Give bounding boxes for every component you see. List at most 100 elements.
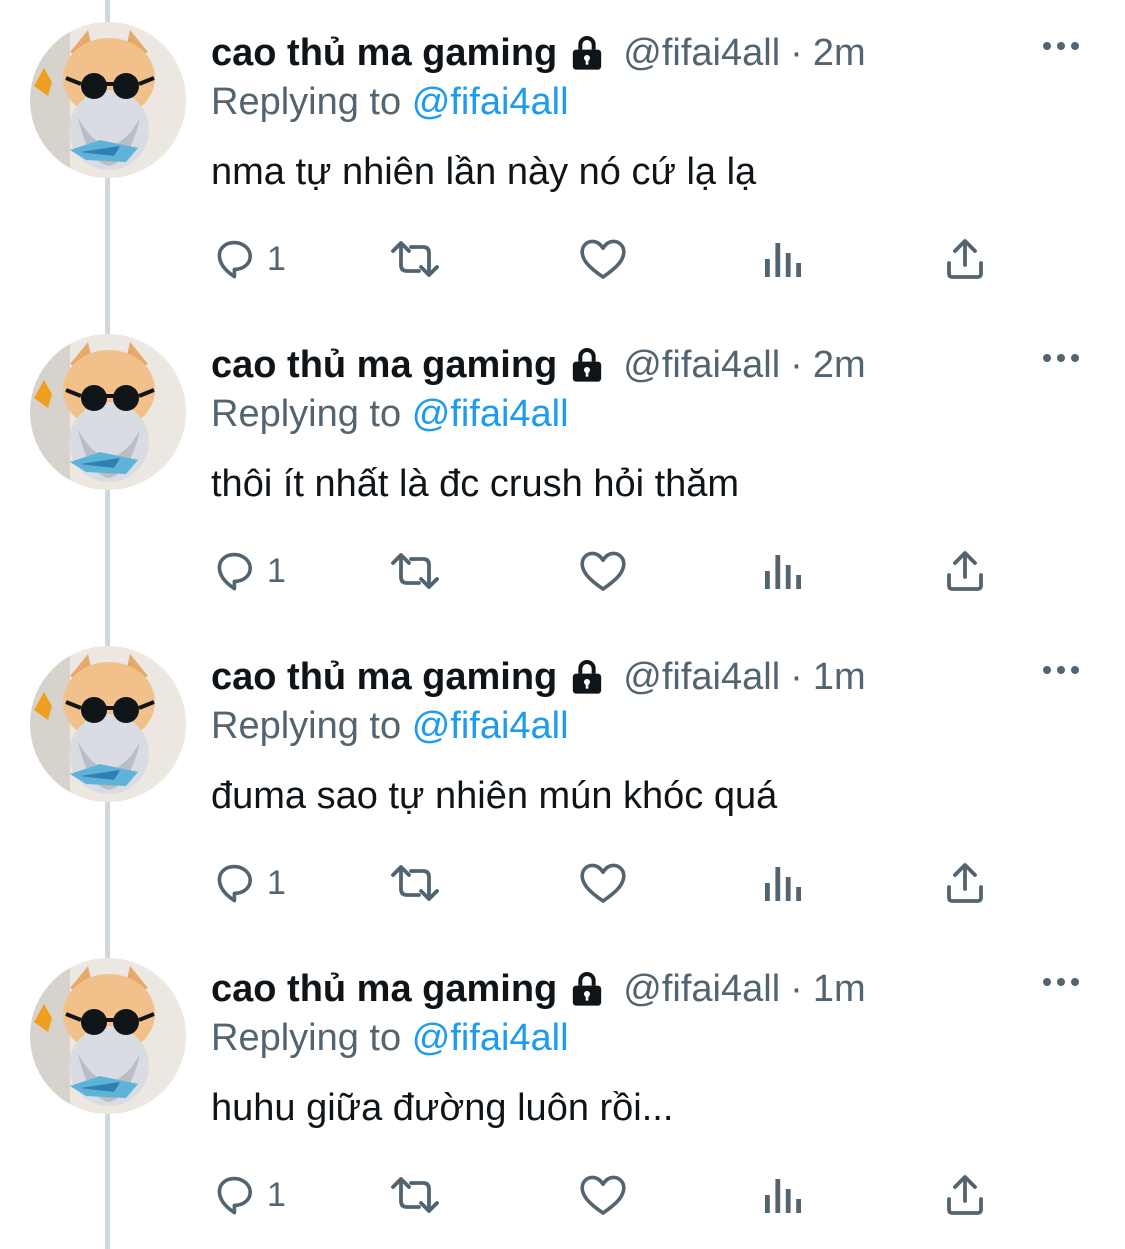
separator-dot: ·: [790, 656, 803, 698]
retweet-icon: [391, 241, 439, 277]
replying-to-handle-link[interactable]: @fifai4all: [412, 393, 569, 435]
more-options-icon[interactable]: [1040, 36, 1082, 56]
retweet-button[interactable]: [387, 1168, 443, 1222]
avatar[interactable]: [30, 646, 186, 802]
share-icon: [947, 1175, 983, 1215]
tweet[interactable]: cao thủ ma gaming @fifai4all · 1m Replyi…: [0, 624, 1125, 936]
avatar[interactable]: [30, 958, 186, 1114]
display-name[interactable]: cao thủ ma gaming: [211, 964, 557, 1014]
views-button[interactable]: [761, 856, 805, 910]
share-icon: [947, 863, 983, 903]
views-bar-chart-icon: [765, 243, 801, 277]
replying-to-handle-link[interactable]: @fifai4all: [412, 1017, 569, 1059]
reply-count: 1: [267, 551, 286, 590]
reply-button[interactable]: 1: [211, 232, 286, 286]
lock-icon: [573, 348, 602, 382]
user-handle[interactable]: @fifai4all: [623, 652, 780, 702]
replying-to-line: Replying to @fifai4all: [211, 78, 569, 126]
views-bar-chart-icon: [765, 1179, 801, 1213]
display-name[interactable]: cao thủ ma gaming: [211, 652, 557, 702]
display-name[interactable]: cao thủ ma gaming: [211, 28, 557, 78]
avatar[interactable]: [30, 334, 186, 490]
like-button[interactable]: [577, 544, 629, 598]
replying-to-handle-link[interactable]: @fifai4all: [412, 81, 569, 123]
more-options-icon[interactable]: [1040, 348, 1082, 368]
share-icon: [947, 239, 983, 279]
heart-icon: [580, 863, 626, 903]
share-button[interactable]: [941, 544, 989, 598]
tweet-header: cao thủ ma gaming @fifai4all · 2m: [211, 340, 866, 390]
replying-to-line: Replying to @fifai4all: [211, 702, 569, 750]
like-button[interactable]: [577, 232, 629, 286]
heart-icon: [580, 1175, 626, 1215]
reply-icon: [217, 240, 252, 279]
heart-icon: [580, 551, 626, 591]
user-handle[interactable]: @fifai4all: [623, 28, 780, 78]
share-button[interactable]: [941, 1168, 989, 1222]
separator-dot: ·: [790, 344, 803, 386]
tweet-text: nma tự nhiên lần này nó cứ lạ lạ: [211, 151, 757, 193]
tweet-header: cao thủ ma gaming @fifai4all · 1m: [211, 964, 866, 1014]
tweet-header: cao thủ ma gaming @fifai4all · 1m: [211, 652, 866, 702]
reply-count: 1: [267, 863, 286, 902]
lock-icon: [573, 36, 602, 70]
lock-icon: [573, 972, 602, 1006]
retweet-icon: [391, 865, 439, 901]
views-bar-chart-icon: [765, 867, 801, 901]
separator-dot: ·: [790, 968, 803, 1010]
heart-icon: [580, 239, 626, 279]
like-button[interactable]: [577, 856, 629, 910]
reply-icon: [217, 1176, 252, 1215]
replying-to-line: Replying to @fifai4all: [211, 390, 569, 438]
more-options-icon[interactable]: [1040, 660, 1082, 680]
more-options-icon[interactable]: [1040, 972, 1082, 992]
like-button[interactable]: [577, 1168, 629, 1222]
timestamp[interactable]: 1m: [813, 652, 866, 702]
retweet-icon: [391, 1177, 439, 1213]
reply-button[interactable]: 1: [211, 1168, 286, 1222]
reply-icon: [217, 864, 252, 903]
retweet-button[interactable]: [387, 544, 443, 598]
tweet[interactable]: cao thủ ma gaming @fifai4all · 1m Replyi…: [0, 936, 1125, 1248]
share-button[interactable]: [941, 232, 989, 286]
display-name[interactable]: cao thủ ma gaming: [211, 340, 557, 390]
tweet-actions: 1: [211, 526, 1011, 616]
share-icon: [947, 551, 983, 591]
views-button[interactable]: [761, 1168, 805, 1222]
share-button[interactable]: [941, 856, 989, 910]
replying-to-line: Replying to @fifai4all: [211, 1014, 569, 1062]
tweet-text: đuma sao tự nhiên mún khóc quá: [211, 775, 778, 817]
avatar[interactable]: [30, 22, 186, 178]
tweet[interactable]: cao thủ ma gaming @fifai4all · 2m Replyi…: [0, 0, 1125, 312]
tweet-text: thôi ít nhất là đc crush hỏi thăm: [211, 463, 740, 505]
retweet-button[interactable]: [387, 856, 443, 910]
replying-to-label: Replying to: [211, 393, 402, 435]
lock-icon: [573, 660, 602, 694]
tweet[interactable]: cao thủ ma gaming @fifai4all · 2m Replyi…: [0, 312, 1125, 624]
replying-to-label: Replying to: [211, 705, 402, 747]
reply-count: 1: [267, 1175, 286, 1214]
tweet-actions: 1: [211, 838, 1011, 928]
user-handle[interactable]: @fifai4all: [623, 340, 780, 390]
retweet-icon: [391, 553, 439, 589]
reply-button[interactable]: 1: [211, 544, 286, 598]
tweet-actions: 1: [211, 1150, 1011, 1240]
tweet-header: cao thủ ma gaming @fifai4all · 2m: [211, 28, 866, 78]
separator-dot: ·: [790, 32, 803, 74]
timestamp[interactable]: 2m: [813, 340, 866, 390]
tweet-text: huhu giữa đường luôn rồi...: [211, 1087, 674, 1129]
reply-count: 1: [267, 239, 286, 278]
tweet-actions: 1: [211, 214, 1011, 304]
user-handle[interactable]: @fifai4all: [623, 964, 780, 1014]
replying-to-handle-link[interactable]: @fifai4all: [412, 705, 569, 747]
views-button[interactable]: [761, 544, 805, 598]
reply-icon: [217, 552, 252, 591]
reply-button[interactable]: 1: [211, 856, 286, 910]
views-bar-chart-icon: [765, 555, 801, 589]
timestamp[interactable]: 2m: [813, 28, 866, 78]
views-button[interactable]: [761, 232, 805, 286]
retweet-button[interactable]: [387, 232, 443, 286]
replying-to-label: Replying to: [211, 1017, 402, 1059]
replying-to-label: Replying to: [211, 81, 402, 123]
timestamp[interactable]: 1m: [813, 964, 866, 1014]
